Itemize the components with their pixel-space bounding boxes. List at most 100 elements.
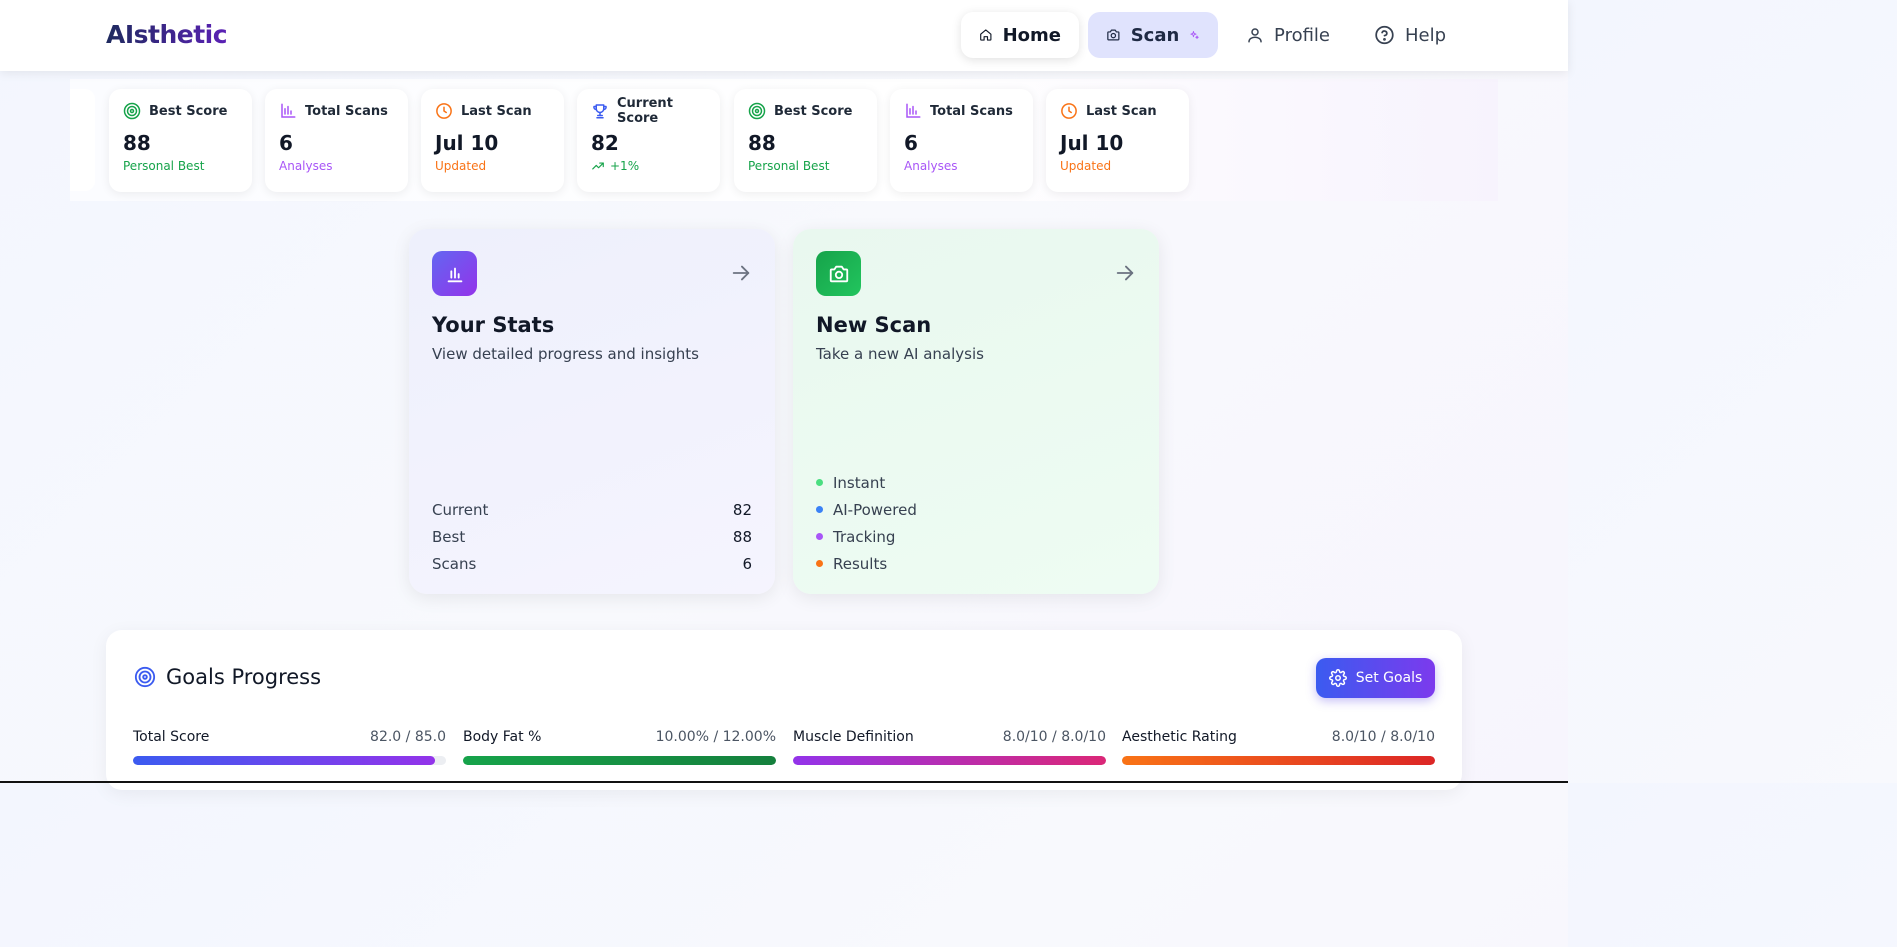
stat-card-subtitle-text: Personal Best — [748, 159, 830, 173]
goal-progress-bar — [133, 756, 446, 765]
sparkles-icon — [1190, 31, 1200, 39]
top-navbar: AIsthetic Home Scan Profile Help — [0, 0, 1568, 71]
goal-progress-fill — [133, 756, 436, 765]
camera-icon — [829, 265, 848, 282]
your-stats-card[interactable]: Your Stats View detailed progress and in… — [409, 229, 775, 594]
stat-row-value: 6 — [742, 554, 752, 573]
nav-help-button[interactable]: Help — [1356, 12, 1464, 58]
goal-value: 8.0/10 / 8.0/10 — [1002, 729, 1106, 745]
set-goals-button[interactable]: Set Goals — [1316, 658, 1435, 698]
feature-item: Tracking — [816, 523, 917, 550]
bar-chart-icon — [447, 267, 462, 282]
goal-value: 8.0/10 / 8.0/10 — [1331, 729, 1435, 745]
stat-card-subtitle: Updated — [1060, 159, 1175, 173]
stat-card-best-score[interactable]: Best Score 88 Personal Best — [734, 89, 877, 192]
feature-label: Results — [833, 554, 888, 573]
trophy-icon — [591, 102, 609, 120]
new-scan-card[interactable]: New Scan Take a new AI analysis Instant … — [793, 229, 1159, 594]
stat-card-header: Best Score — [123, 101, 238, 121]
stat-card-value: 88 — [748, 131, 776, 155]
goal-name: Muscle Definition — [793, 729, 914, 745]
feature-item: Results — [816, 550, 917, 577]
nav-scan-label: Scan — [1130, 24, 1180, 46]
stat-card-subtitle-text: Analyses — [279, 159, 333, 173]
feature-item: AI-Powered — [816, 496, 917, 523]
nav-profile-button[interactable]: Profile — [1228, 12, 1348, 58]
your-stats-rows: Current 82 Best 88 Scans 6 — [432, 496, 752, 577]
stat-card-header: Total Scans — [904, 101, 1019, 121]
stat-card-best-score[interactable]: Best Score 88 Personal Best — [109, 89, 252, 192]
stat-card-subtitle: Analyses — [279, 159, 394, 173]
goal-value: 82.0 / 85.0 — [370, 729, 446, 745]
arrow-right-icon[interactable] — [730, 262, 752, 284]
trending-up-icon — [591, 159, 605, 173]
stat-card-subtitle: Personal Best — [123, 159, 238, 173]
gear-icon — [1328, 669, 1347, 687]
goal-progress-bar — [1122, 756, 1435, 765]
stat-card-total-scans[interactable]: Total Scans 6 Analyses — [890, 89, 1033, 192]
stat-card-value: Jul 10 — [1060, 131, 1124, 155]
stat-card-current-score[interactable]: Current Score 82 +1% — [577, 89, 720, 192]
nav-home-button[interactable]: Home — [961, 12, 1079, 58]
goal-muscle-definition: Muscle Definition 8.0/10 / 8.0/10 — [793, 727, 1106, 765]
feature-label: Tracking — [833, 527, 896, 546]
stat-row-current: Current 82 — [432, 496, 752, 523]
stat-card-title: Last Scan — [461, 103, 532, 119]
camera-icon — [1107, 29, 1120, 41]
stat-card-value: Jul 10 — [435, 131, 499, 155]
stat-card-subtitle: +1% — [591, 159, 706, 173]
nav-help-label: Help — [1404, 24, 1446, 46]
target-icon — [134, 666, 156, 688]
new-scan-title: New Scan — [816, 313, 932, 337]
stat-row-value: 82 — [732, 500, 752, 519]
stat-card-title: Last Scan — [1086, 103, 1157, 119]
target-icon — [748, 102, 766, 120]
stat-card-total-scans[interactable]: Total Scans 6 Analyses — [265, 89, 408, 192]
arrow-right-icon[interactable] — [1114, 262, 1136, 284]
goal-name: Total Score — [133, 729, 210, 745]
new-scan-description: Take a new AI analysis — [816, 345, 984, 363]
goal-progress-fill — [463, 756, 776, 765]
brand-logo[interactable]: AIsthetic — [106, 20, 228, 49]
stat-card-header: Last Scan — [435, 101, 550, 121]
stat-card-title: Total Scans — [930, 103, 1013, 119]
bar-chart-icon — [904, 102, 922, 120]
stat-row-scans: Scans 6 — [432, 550, 752, 577]
your-stats-title: Your Stats — [432, 313, 555, 337]
goals-progress-title: Goals Progress — [166, 665, 322, 689]
home-icon — [980, 29, 992, 41]
clock-icon — [1060, 102, 1078, 120]
goal-progress-bar — [463, 756, 776, 765]
target-icon — [123, 102, 141, 120]
stat-row-label: Best — [432, 527, 466, 546]
stat-card-subtitle: Updated — [435, 159, 550, 173]
bullet-dot — [816, 560, 823, 567]
goals-progress-panel — [106, 630, 1462, 790]
goal-progress-bar — [793, 756, 1106, 765]
stat-row-best: Best 88 — [432, 523, 752, 550]
goal-aesthetic-rating: Aesthetic Rating 8.0/10 / 8.0/10 — [1122, 727, 1435, 765]
nav-home-label: Home — [1002, 24, 1061, 46]
stat-card-value: 6 — [904, 131, 918, 155]
stats-carousel-edge-card — [70, 89, 95, 191]
user-icon — [1248, 28, 1262, 43]
clock-icon — [435, 102, 453, 120]
goal-progress-fill — [793, 756, 1106, 765]
stat-card-subtitle: Analyses — [904, 159, 1019, 173]
stat-row-value: 88 — [732, 527, 752, 546]
bullet-dot — [816, 506, 823, 513]
goal-name: Aesthetic Rating — [1122, 729, 1237, 745]
new-scan-features: Instant AI-Powered Tracking Results — [816, 469, 917, 577]
feature-label: AI-Powered — [833, 500, 917, 519]
goal-body-fat: Body Fat % 10.00% / 12.00% — [463, 727, 776, 765]
stat-card-header: Total Scans — [279, 101, 394, 121]
feature-item: Instant — [816, 469, 917, 496]
stat-card-value: 82 — [591, 131, 619, 155]
scan-card-icon-box — [816, 251, 861, 296]
stat-card-title: Best Score — [149, 103, 228, 119]
stat-card-last-scan[interactable]: Last Scan Jul 10 Updated — [1046, 89, 1189, 192]
stat-card-last-scan[interactable]: Last Scan Jul 10 Updated — [421, 89, 564, 192]
nav-scan-button[interactable]: Scan — [1088, 12, 1218, 58]
feature-label: Instant — [833, 473, 886, 492]
stat-card-subtitle: Personal Best — [748, 159, 863, 173]
